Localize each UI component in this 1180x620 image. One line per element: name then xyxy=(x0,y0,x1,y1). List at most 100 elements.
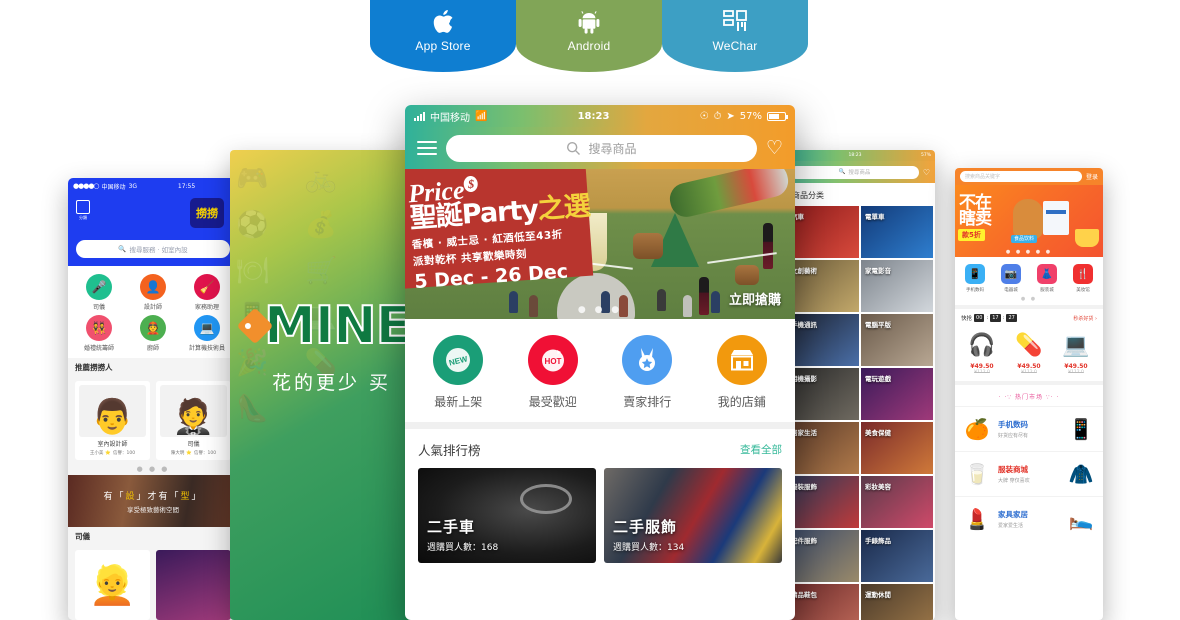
market-row[interactable]: 💄 家具家居 爱家爱生活 🛌 xyxy=(955,496,1103,541)
computer-icon: 💻 xyxy=(194,315,220,341)
star-icon: ⭐ xyxy=(186,450,192,456)
category-menu-button[interactable]: 分類 xyxy=(76,200,90,221)
mine-logo: MINE V xyxy=(236,299,420,353)
quick-link-newest[interactable]: NEW 最新上架 xyxy=(411,335,506,410)
denim-jacket-icon: 🧥 xyxy=(1068,462,1094,486)
hero-banner[interactable]: Price $ 聖誕Party之選 香檳 · 威士忌 · 紅酒低至43折 派對乾杯… xyxy=(405,169,795,319)
quick-link-myshop[interactable]: 我的店鋪 xyxy=(695,335,790,410)
market-row[interactable]: 🥛 服装商城 大牌 穿仅喜欢 🧥 xyxy=(955,451,1103,496)
category-cell[interactable]: 配件服飾 xyxy=(787,530,859,582)
category-cell[interactable]: 服裝服飾 xyxy=(787,476,859,528)
tab-app-store[interactable]: App Store xyxy=(370,0,516,72)
search-input[interactable]: 搜尋商品 xyxy=(446,134,757,162)
clock-label: 18:23 xyxy=(848,153,862,158)
carousel-pager[interactable]: ● ● ● xyxy=(68,465,238,475)
person-card[interactable]: 🤵 司儀 陳大明 ⭐ 信譽：100 xyxy=(156,381,231,460)
category-label: 運動休閒 xyxy=(865,591,891,599)
category-cell[interactable]: 居家生活 xyxy=(787,422,859,474)
cosmetics-icon: 🍴 xyxy=(1073,264,1093,284)
shop-nav-item[interactable]: 🍴 美妆馆 xyxy=(1065,264,1101,293)
category-cell[interactable]: 汽車 xyxy=(787,206,859,258)
squirrel-mascot-icon xyxy=(1013,199,1043,239)
category-cell[interactable]: 精品鞋包 xyxy=(787,584,859,620)
tab-android[interactable]: Android xyxy=(516,0,662,72)
grid-icon xyxy=(76,200,90,214)
category-cell[interactable]: 手錶飾品 xyxy=(861,530,933,582)
banner-pager[interactable]: ● ● ● xyxy=(405,305,795,315)
tab-wechat[interactable]: WeChar xyxy=(662,0,808,72)
flash-item[interactable]: 💊 ¥49.50 ¥112.0 xyxy=(1007,327,1051,376)
promo-banner[interactable]: 有「設」才有「型」 享受極致藝術空間 xyxy=(68,475,238,527)
category-cell[interactable]: 手機通訊 xyxy=(787,314,859,366)
category-cell[interactable]: 彩妝美容 xyxy=(861,476,933,528)
service-item-5[interactable]: 💻 計算機技術員 xyxy=(180,315,234,352)
category-label: 家電影音 xyxy=(865,267,891,275)
market-title: 服装商城 xyxy=(998,465,1028,474)
hero-headline: 不在 瞎卖 xyxy=(959,193,992,230)
heart-icon[interactable]: ♡ xyxy=(766,138,783,158)
service-item-2[interactable]: 🧹 家務助理 xyxy=(180,274,234,311)
shop-top-bar: 搜索商品关键字 登录 xyxy=(955,168,1103,185)
search-icon: 🔍 xyxy=(838,169,846,175)
category-label: 彩妝美容 xyxy=(865,483,891,491)
login-button[interactable]: 登录 xyxy=(1086,172,1098,181)
category-cell[interactable]: 運動休閒 xyxy=(861,584,933,620)
nav-label: 服装城 xyxy=(1040,288,1054,293)
search-input[interactable]: 🔍 搜尋服務 · 如室內設 xyxy=(76,240,230,258)
clock-label: 18:23 xyxy=(577,110,610,122)
milk-box-icon xyxy=(1043,201,1069,235)
service-item-3[interactable]: 👯 婚禮統籌師 xyxy=(72,315,126,352)
category-cell[interactable]: 家電影音 xyxy=(861,260,933,312)
search-input[interactable]: 🔍 搜尋商品 xyxy=(790,165,919,179)
mc-card[interactable] xyxy=(156,550,231,620)
apple-icon xyxy=(426,7,460,37)
new-badge-icon: NEW xyxy=(433,335,484,385)
flash-item[interactable]: 💻 ¥49.50 ¥112.0 xyxy=(1054,327,1098,376)
service-label: 廚師 xyxy=(146,345,159,352)
flash-item[interactable]: 🎧 ¥49.50 ¥112.0 xyxy=(960,327,1004,376)
smartphone-icon: 📱 xyxy=(1068,417,1094,441)
search-input[interactable]: 搜索商品关键字 xyxy=(960,171,1082,182)
quick-link-sellers[interactable]: 賣家排行 xyxy=(600,335,695,410)
ranking-header: 人氣排行榜 查看全部 xyxy=(405,429,795,468)
nav-pager[interactable]: ● ● xyxy=(955,296,1103,305)
nav-label: 电器城 xyxy=(1004,288,1018,293)
category-cell[interactable]: 電腦平版 xyxy=(861,314,933,366)
shop-nav-item[interactable]: 📱 手机数码 xyxy=(957,264,993,293)
fries-icon xyxy=(1075,229,1099,247)
service-label: 婚禮統籌師 xyxy=(83,345,114,352)
quick-link-label: 賣家排行 xyxy=(623,395,672,409)
bedding-icon: 🛌 xyxy=(1068,507,1094,531)
shop-hero-banner[interactable]: 不在 瞎卖 款5折 食品饮料 ● ● ● ● ● xyxy=(955,185,1103,257)
search-placeholder: 搜尋服務 · 如室內設 xyxy=(129,246,188,254)
service-item-0[interactable]: 🎤 司儀 xyxy=(72,274,126,311)
shop-nav-item[interactable]: 📷 电器城 xyxy=(993,264,1029,293)
price: ¥49.50 xyxy=(1017,363,1041,370)
category-cell[interactable]: 文創藝術 xyxy=(787,260,859,312)
category-cell[interactable]: 美食保健 xyxy=(861,422,933,474)
ranking-item-clothing[interactable]: 二手服飾 週購買人數：134 xyxy=(604,468,782,563)
category-cell[interactable]: 電單車 xyxy=(861,206,933,258)
countdown-seconds: 27 xyxy=(1006,314,1017,322)
heart-icon[interactable]: ♡ xyxy=(923,168,930,177)
person-card[interactable]: 👨 室內設計師 王小美 ⭐ 信譽：100 xyxy=(75,381,150,460)
market-row[interactable]: 🍊 手机数码 好货应有尽有 📱 xyxy=(955,406,1103,451)
nav-label: 手机数码 xyxy=(966,288,984,293)
hero-pager[interactable]: ● ● ● ● ● xyxy=(955,249,1103,255)
barrel-icon xyxy=(633,233,663,259)
hamburger-icon[interactable] xyxy=(417,140,437,156)
category-label: 電腦平版 xyxy=(865,321,891,329)
quick-link-popular[interactable]: HOT 最受歡迎 xyxy=(506,335,601,410)
category-cell[interactable]: 相機攝影 xyxy=(787,368,859,420)
section-title-recommended: 推薦撈撈人 xyxy=(68,358,238,376)
wedding-icon: 👯 xyxy=(86,315,112,341)
service-item-1[interactable]: 👤 設計師 xyxy=(126,274,180,311)
category-cell[interactable]: 電玩遊戲 xyxy=(861,368,933,420)
shop-nav-item[interactable]: 👗 服装城 xyxy=(1029,264,1065,293)
quick-link-label: 最受歡迎 xyxy=(528,395,577,409)
flash-more-link[interactable]: 秒杀好货 › xyxy=(1073,315,1097,322)
ranking-item-car[interactable]: 二手車 週購買人數：168 xyxy=(418,468,596,563)
service-item-4[interactable]: 👲 廚師 xyxy=(126,315,180,352)
see-all-link[interactable]: 查看全部 xyxy=(740,442,782,457)
mc-card[interactable]: 👱 xyxy=(75,550,150,620)
